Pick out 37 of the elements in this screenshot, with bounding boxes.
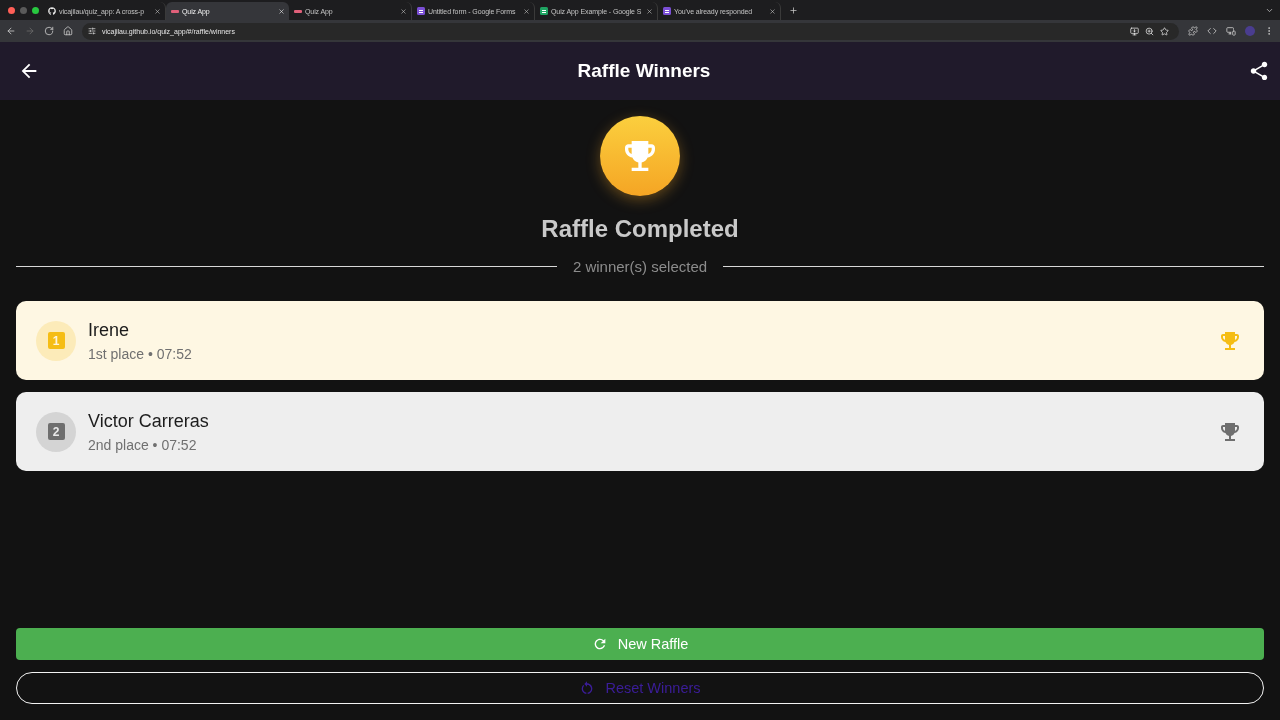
reload-icon[interactable]	[44, 26, 54, 36]
chevron-down-icon[interactable]	[1265, 6, 1274, 15]
page-title: Raffle Winners	[576, 60, 712, 82]
new-tab-icon[interactable]	[789, 6, 798, 15]
close-icon[interactable]	[154, 7, 161, 15]
document-icon	[540, 7, 548, 15]
minimize-window-icon[interactable]	[20, 6, 27, 14]
puzzle-icon[interactable]	[1188, 26, 1198, 36]
winner-detail: 2nd place • 07:52	[88, 435, 197, 454]
share-button[interactable]	[1248, 60, 1270, 82]
star-icon[interactable]	[1160, 26, 1169, 36]
document-icon	[417, 7, 425, 15]
dash-icon	[171, 9, 179, 13]
winner-name: Victor Carreras	[88, 409, 209, 432]
rank-number: 2	[47, 423, 65, 440]
document-icon	[663, 7, 671, 15]
code-icon[interactable]	[1207, 26, 1217, 36]
close-icon[interactable]	[523, 7, 530, 15]
home-icon[interactable]	[63, 26, 73, 36]
monitor-phone-icon[interactable]	[1226, 26, 1236, 36]
winner-name: Irene	[88, 318, 130, 341]
winner-detail: 1st place • 07:52	[88, 344, 192, 363]
close-window-icon[interactable]	[8, 6, 15, 14]
zoom-in-icon[interactable]	[1145, 26, 1154, 36]
sliders-icon[interactable]	[88, 27, 96, 35]
rank-number: 1	[47, 332, 65, 349]
completion-heading: Raffle Completed	[541, 214, 739, 244]
monitor-download-icon[interactable]	[1130, 26, 1139, 36]
maximize-window-icon[interactable]	[32, 6, 39, 14]
back-icon[interactable]	[6, 26, 16, 36]
winner-count: 2 winner(s) selected	[572, 257, 708, 275]
close-icon[interactable]	[769, 7, 776, 15]
close-icon[interactable]	[400, 7, 407, 15]
dash-icon	[294, 9, 302, 13]
github-icon	[48, 7, 56, 15]
trophy-icon	[600, 116, 680, 196]
close-icon[interactable]	[646, 7, 653, 15]
